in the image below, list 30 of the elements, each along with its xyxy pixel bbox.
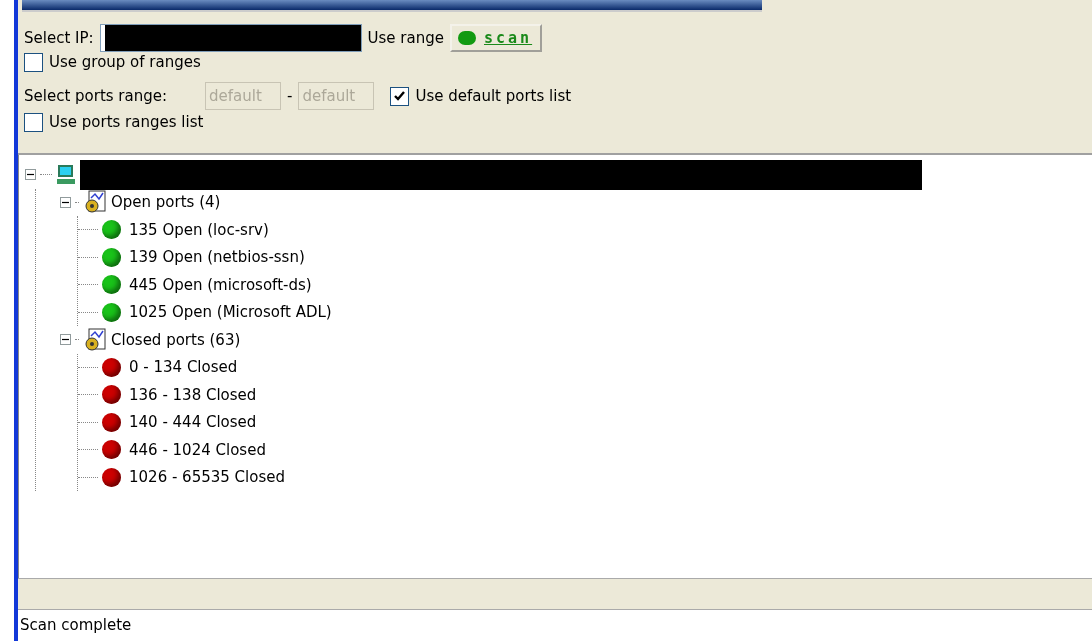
port-label[interactable]: 139 Open (netbios-ssn) [129,248,305,267]
dash-label: - [287,87,293,105]
use-range-label: Use range [367,29,444,47]
port-group-label[interactable]: Open ports (4) [111,193,221,212]
ip-label: Select IP: [24,29,94,47]
group-ranges-checkbox[interactable] [24,52,43,72]
default-ports-checkbox[interactable] [390,86,410,106]
default-ports-label: Use default ports list [415,87,572,105]
port-label[interactable]: 1025 Open (Microsoft ADL) [129,303,332,322]
port-label[interactable]: 136 - 138 Closed [129,385,257,404]
chart-gear-icon [83,190,107,215]
port-label[interactable]: 0 - 134 Closed [129,358,238,377]
port-label[interactable]: 445 Open (microsoft-ds) [129,275,312,294]
status-led-icon [458,31,476,45]
ports-range-label: Select ports range: [24,87,169,105]
group-ranges-label: Use group of ranges [49,53,201,71]
port-label[interactable]: 1026 - 65535 Closed [129,468,285,487]
ranges-list-checkbox[interactable] [24,112,43,132]
port-label[interactable]: 140 - 444 Closed [129,413,257,432]
scan-button[interactable]: scan [450,24,543,52]
port-label[interactable]: 446 - 1024 Closed [129,440,266,459]
collapse-icon[interactable] [60,196,71,208]
collapse-icon[interactable] [60,334,71,346]
collapse-icon[interactable] [25,169,36,181]
checkmark-icon [393,89,407,103]
computer-icon [56,163,76,186]
chart-gear-icon [83,327,107,352]
port-group-label[interactable]: Closed ports (63) [111,330,241,349]
ranges-list-label: Use ports ranges list [49,113,204,131]
port-label[interactable]: 135 Open (loc-srv) [129,220,269,239]
